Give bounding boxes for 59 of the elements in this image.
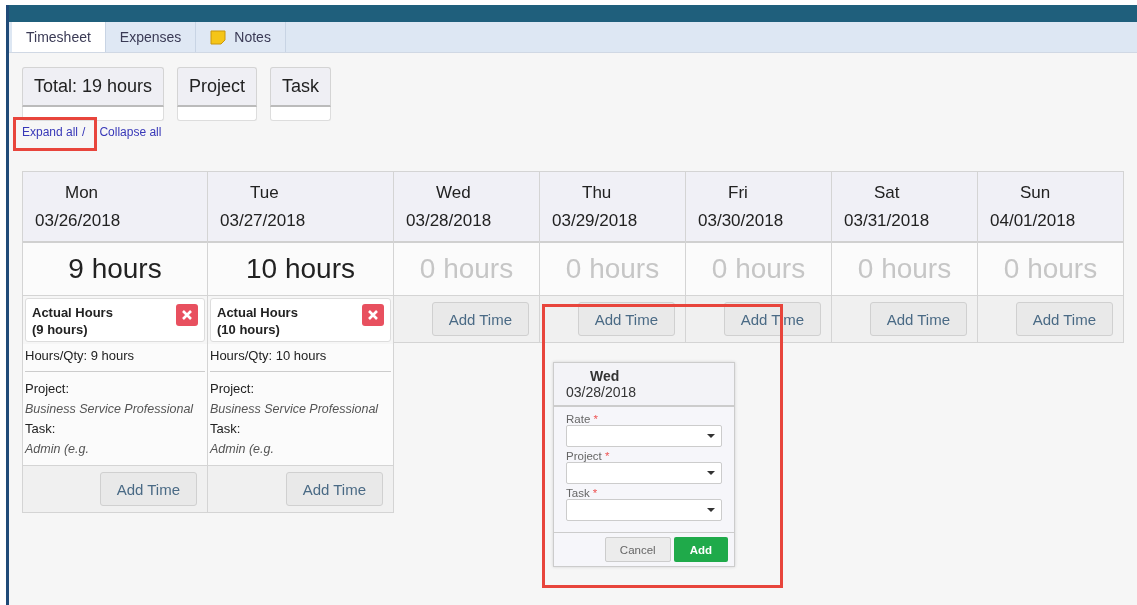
select-field[interactable]	[566, 499, 722, 521]
project-label: Project:	[210, 380, 256, 398]
project-value: Business Service Professional	[25, 401, 195, 418]
day-name: Wed	[435, 182, 472, 203]
day-date: 03/28/2018	[406, 210, 493, 231]
day-date: 03/29/2018	[552, 210, 639, 231]
popup-date: 03/28/2018	[566, 384, 638, 400]
day-date: 03/30/2018	[698, 210, 785, 231]
day-name: Sun	[1019, 182, 1052, 203]
task-value: Admin (e.g.	[25, 441, 90, 458]
add-time-button[interactable]: Add Time	[431, 302, 529, 336]
entry-title: Actual Hours (9 hours)	[32, 304, 113, 336]
delete-button[interactable]	[176, 304, 198, 326]
add-time-button[interactable]: Add Time	[285, 472, 383, 506]
caret-icon	[707, 471, 715, 475]
day-name: Mon	[64, 182, 100, 203]
close-icon	[182, 310, 192, 320]
separator: /	[82, 125, 86, 139]
add-time-button[interactable]: Add Time	[1015, 302, 1113, 336]
expand-all-link[interactable]: Expand all	[22, 125, 79, 139]
collapse-all-link[interactable]: Collapse all	[99, 125, 162, 139]
task-label: Task:	[25, 420, 57, 438]
caret-icon	[707, 508, 715, 512]
tab[interactable]: Timesheet	[12, 22, 106, 52]
day-date: 03/26/2018	[35, 210, 122, 231]
close-icon	[368, 310, 378, 320]
field-label: Project *	[566, 450, 611, 462]
day-name: Tue	[249, 182, 280, 203]
day-name: Thu	[581, 182, 613, 203]
add-time-button[interactable]: Add Time	[99, 472, 197, 506]
caret-icon	[707, 434, 715, 438]
project-value: Business Service Professional	[210, 401, 380, 418]
day-date: 04/01/2018	[990, 210, 1077, 231]
summary-strip	[270, 107, 332, 121]
day-hours: 9 hours	[23, 243, 207, 296]
delete-button[interactable]	[362, 304, 384, 326]
select-field[interactable]	[566, 462, 722, 484]
day-date: 03/31/2018	[844, 210, 931, 231]
day-date: 03/27/2018	[220, 210, 307, 231]
day-name: Sat	[873, 182, 901, 203]
project-label: Project:	[25, 380, 71, 398]
entry-quantity: Hours/Qty: 9 hours	[25, 348, 205, 372]
task-label: Task:	[210, 420, 242, 438]
cancel-button[interactable]: Cancel	[604, 537, 671, 562]
task-value: Admin (e.g.	[210, 441, 275, 458]
entry-quantity: Hours/Qty: 10 hours	[210, 348, 391, 372]
field-label: Rate *	[566, 413, 599, 425]
add-time-button[interactable]: Add Time	[869, 302, 967, 336]
summary-button[interactable]: Task	[270, 67, 332, 107]
popup-day: Wed	[566, 368, 734, 384]
day-hours: 10 hours	[208, 243, 393, 296]
day-name: Fri	[727, 182, 749, 203]
summary-button[interactable]: Project	[177, 67, 258, 107]
select-field[interactable]	[566, 425, 722, 447]
field-label: Task *	[566, 487, 599, 499]
sticky-note-icon	[210, 29, 227, 45]
add-button[interactable]: Add	[673, 537, 728, 562]
entry-title: Actual Hours (10 hours)	[217, 304, 298, 336]
summary-button[interactable]: Total: 19 hours	[22, 67, 165, 107]
